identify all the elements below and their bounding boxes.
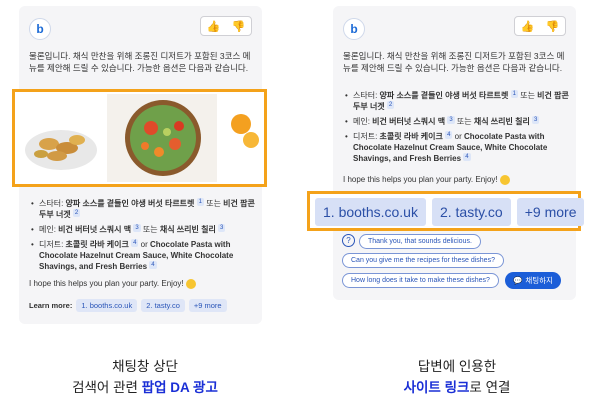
bing-logo-icon: b	[343, 18, 365, 40]
citation-link[interactable]: 4	[463, 153, 471, 161]
reply-closing: I hope this helps you plan your party. E…	[29, 279, 196, 289]
list-item: 스타터: 양파 소스를 곁들인 야생 버섯 타르트렛 1 또는 비건 팝콘 두부…	[29, 198, 257, 220]
site-links-highlight-box: 1. booths.co.uk 2. tasty.co +9 more	[307, 191, 585, 231]
reply-intro: 물론입니다. 채식 만찬을 위해 조롱진 디저트가 포함된 3코스 메뉴를 제안…	[343, 51, 565, 73]
citation-link[interactable]: 3	[447, 116, 455, 124]
list-item: 스타터: 양파 소스를 곁들인 야생 버섯 타르트렛 1 또는 비건 팝콘 두부…	[343, 90, 571, 112]
thumbs-down-icon[interactable]: 👎	[231, 20, 247, 33]
citation-link[interactable]: 2	[386, 101, 395, 109]
more-sources-link[interactable]: +9 more	[516, 198, 585, 226]
chat-bubble-icon: 💬	[513, 276, 523, 285]
list-item: 메인: 비건 버터넛 스쿼시 맥 3 또는 채식 쓰리빈 칠리 3	[343, 116, 571, 127]
source-link-booths[interactable]: 1. booths.co.uk	[315, 198, 426, 226]
thumbs-up-icon[interactable]: 👍	[206, 20, 222, 33]
smile-emoji-icon	[499, 175, 510, 185]
reaction-bar: 👍 👎	[514, 16, 566, 36]
citation-link[interactable]: 1	[510, 90, 518, 98]
citation-link[interactable]: 2	[72, 209, 81, 217]
smile-emoji-icon	[185, 279, 196, 289]
thumbs-up-icon[interactable]: 👍	[520, 20, 536, 33]
suggestion-chip[interactable]: How long does it take to make these dish…	[342, 273, 499, 288]
citation-link[interactable]: 3	[218, 224, 226, 232]
reaction-bar: 👍 👎	[200, 16, 252, 36]
list-item: 디저트: 초콜릿 라바 케이크 4 or Chocolate Pasta wit…	[343, 131, 571, 164]
chat-button[interactable]: 💬 채팅하지	[505, 272, 561, 289]
citation-link[interactable]: 1	[196, 198, 204, 206]
reply-closing: I hope this helps you plan your party. E…	[343, 175, 510, 185]
learn-more-bar: Learn more: 1. booths.co.uk 2. tasty.co …	[29, 299, 227, 312]
thumbs-down-icon[interactable]: 👎	[545, 20, 561, 33]
suggestion-chip[interactable]: Thank you, that sounds delicious.	[359, 234, 481, 249]
learn-more-label: Learn more:	[29, 301, 73, 310]
caption-right: 답변에 인용한 사이트 링크로 연결	[403, 359, 511, 395]
reply-intro: 물론입니다. 채식 만찬을 위해 조롱진 디저트가 포함된 3코스 메뉴를 제안…	[29, 51, 251, 73]
question-icon[interactable]: ?	[342, 234, 355, 247]
menu-list: 스타터: 양파 소스를 곁들인 야생 버섯 타르트렛 1 또는 비건 팝콘 두부…	[343, 90, 571, 168]
caption-left: 채팅창 상단 검색어 관련 팝업 DA 광고	[72, 359, 218, 395]
ad-highlight-box	[12, 89, 267, 187]
menu-list: 스타터: 양파 소스를 곁들인 야생 버섯 타르트렛 1 또는 비건 팝콘 두부…	[29, 198, 257, 276]
citation-link[interactable]: 4	[149, 261, 157, 269]
source-link-booths[interactable]: 1. booths.co.uk	[76, 299, 138, 312]
bing-logo-icon: b	[29, 18, 51, 40]
source-link-tasty[interactable]: 2. tasty.co	[431, 198, 511, 226]
more-sources-link[interactable]: +9 more	[188, 299, 227, 312]
list-item: 메인: 비건 버터넛 스쿼시 맥 3 또는 채식 쓰리빈 칠리 3	[29, 224, 257, 235]
citation-link[interactable]: 3	[532, 116, 540, 124]
list-item: 디저트: 초콜릿 라바 케이크 4 or Chocolate Pasta wit…	[29, 239, 257, 272]
citation-link[interactable]: 3	[133, 224, 141, 232]
source-link-tasty[interactable]: 2. tasty.co	[141, 299, 185, 312]
suggestion-chip[interactable]: Can you give me the recipes for these di…	[342, 253, 504, 268]
